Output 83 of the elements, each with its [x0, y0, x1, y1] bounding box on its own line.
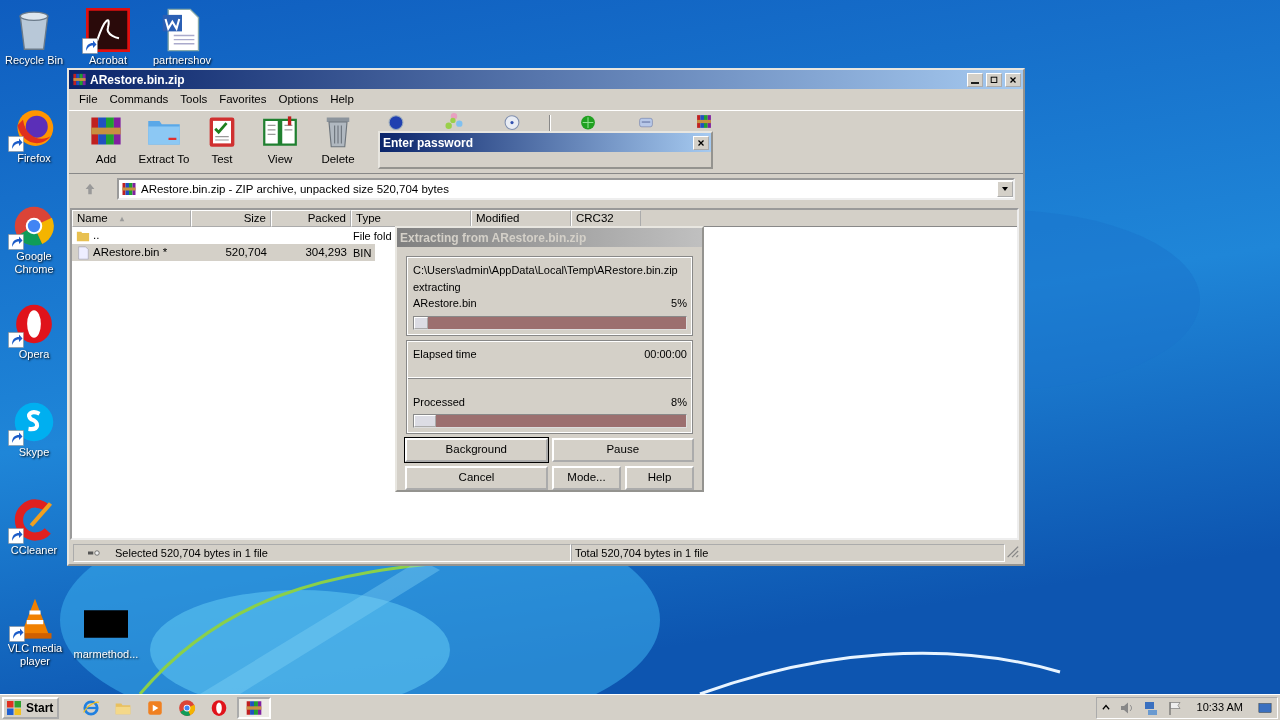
dialog-button[interactable]: Cancel	[405, 466, 548, 490]
menu-item[interactable]: Favorites	[213, 89, 273, 111]
column-header[interactable]: Type	[351, 210, 471, 228]
elapsed-time: 00:00:00	[644, 346, 687, 362]
desktop-icon[interactable]: Acrobat	[78, 8, 138, 67]
toolbar-button[interactable]: Add	[77, 111, 135, 169]
desktop-icon[interactable]: marmethod...	[76, 602, 136, 661]
books-icon	[245, 698, 264, 717]
play-icon	[146, 698, 165, 717]
dialog-title: Extracting from ARestore.bin.zip	[400, 229, 587, 247]
file-icon	[76, 245, 90, 260]
books-icon	[72, 72, 87, 87]
desktop-icon[interactable]: Google Chrome	[4, 204, 64, 276]
window-title: ARestore.bin.zip	[90, 71, 185, 89]
elapsed-label: Elapsed time	[413, 346, 477, 362]
progress-reading: 5%	[671, 296, 687, 311]
e-letter-icon	[82, 698, 101, 717]
progress-reading: 8%	[671, 394, 687, 410]
sort-arrow-icon	[117, 215, 126, 222]
file-row[interactable]: .. File fold	[72, 227, 396, 245]
chrome-ball-icon	[12, 204, 56, 248]
desktop-icon[interactable]: Firefox	[4, 106, 64, 165]
maximize-button[interactable]	[986, 72, 1002, 87]
table-cell-text: File fold	[353, 228, 392, 244]
status-text: Total 520,704 bytes in 1 file	[571, 544, 1005, 562]
window-title: Enter password	[383, 134, 474, 152]
table-cell-text: BIN	[353, 245, 372, 261]
network-icon[interactable]	[1142, 699, 1159, 716]
toolbar-button[interactable]: View	[251, 111, 309, 169]
table-cell-text: 304,293	[305, 245, 347, 261]
column-header[interactable]: Size	[191, 210, 271, 228]
progress-label: Processed	[413, 394, 465, 410]
desktop-icon[interactable]: Opera	[4, 302, 64, 361]
dialog-button[interactable]: Pause	[551, 438, 694, 462]
menu-item[interactable]: Options	[272, 89, 325, 111]
toolbar-button[interactable]: Delete	[309, 111, 367, 169]
speech-bubble-icon	[12, 400, 56, 444]
close-icon	[696, 137, 706, 148]
close-button[interactable]	[1005, 72, 1021, 87]
dialog-button[interactable]: Help	[625, 466, 694, 490]
desktop-icon[interactable]: CCleaner	[4, 498, 64, 557]
status-text: Selected 520,704 bytes in 1 file	[115, 545, 268, 561]
file-name: ARestore.bin *	[93, 245, 168, 261]
up-arrow-icon[interactable]	[83, 182, 97, 197]
menu-item[interactable]: Commands	[103, 89, 175, 111]
desktop-icon[interactable]: partnershov	[152, 8, 212, 67]
o-letter-icon	[210, 698, 229, 717]
address-field[interactable]: ARestore.bin.zip - ZIP archive, unpacked size 520,704 bytes	[117, 178, 1015, 201]
desktop-icon[interactable]: Skype	[4, 400, 64, 459]
file-name: ..	[93, 228, 100, 244]
flag-icon[interactable]	[1166, 699, 1183, 716]
toolbar-button[interactable]: Extract To	[135, 111, 193, 169]
table-cell-text: 520,704	[225, 245, 267, 261]
minimize-button[interactable]	[967, 72, 983, 87]
chevron-up-icon[interactable]	[1100, 702, 1111, 713]
close-icon	[1008, 74, 1018, 85]
dialog-button[interactable]: Mode...	[552, 466, 621, 490]
clock[interactable]: 10:33 AM	[1196, 699, 1243, 716]
close-button[interactable]	[693, 135, 709, 150]
toolbar-button[interactable]: Test	[193, 111, 251, 169]
show-desktop-icon[interactable]	[1257, 700, 1273, 715]
status-text: extracting	[413, 280, 461, 293]
desktop-icon[interactable]: VLC media player	[4, 596, 66, 668]
dropdown-button[interactable]	[997, 181, 1013, 198]
column-header[interactable]: Name	[72, 210, 191, 228]
resize-grip-icon[interactable]	[1005, 544, 1019, 558]
document-icon	[86, 8, 130, 52]
maximize-icon	[989, 74, 999, 85]
taskbar-button[interactable]	[237, 696, 272, 719]
menu-item[interactable]: Help	[324, 89, 360, 111]
chrome-ball-icon	[178, 698, 197, 717]
dialog-button[interactable]: Background	[405, 438, 548, 462]
file-path: C:\Users\admin\AppData\Local\Temp\ARestore.bin.zip	[413, 264, 678, 276]
menu-item[interactable]: Tools	[174, 89, 214, 111]
minimize-icon	[971, 81, 979, 84]
books-icon	[121, 181, 137, 198]
menu-item[interactable]: File	[73, 89, 104, 111]
windows-logo-icon	[6, 699, 22, 716]
progress-label: ARestore.bin	[413, 296, 477, 311]
column-header[interactable]: Packed	[271, 210, 351, 228]
desktop-icon[interactable]: Recycle Bin	[4, 8, 64, 67]
start-button[interactable]: Start	[2, 696, 60, 719]
file-row[interactable]: ARestore.bin * 520,704 304,293 BIN	[72, 244, 376, 262]
